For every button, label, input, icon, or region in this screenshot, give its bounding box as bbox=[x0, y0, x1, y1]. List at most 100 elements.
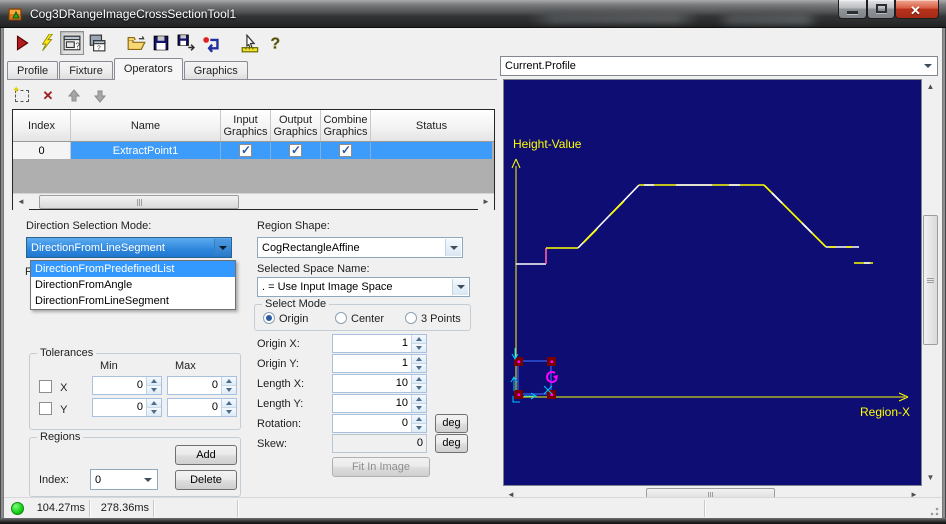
tolerance-x-min-spinner[interactable]: 0 bbox=[92, 376, 162, 395]
titlebar[interactable]: Cog3DRangeImageCrossSectionTool1 ✕ bbox=[0, 0, 946, 28]
spin-up-button[interactable] bbox=[412, 415, 426, 423]
region-corner-handles[interactable] bbox=[514, 357, 556, 399]
selected-space-combobox[interactable]: . = Use Input Image Space bbox=[257, 277, 470, 297]
move-down-button[interactable] bbox=[91, 87, 109, 105]
spin-down-button[interactable] bbox=[412, 343, 426, 352]
help-button[interactable]: ? bbox=[263, 31, 287, 55]
radio-origin[interactable]: Origin bbox=[263, 312, 308, 325]
delete-operator-button[interactable]: ✕ bbox=[39, 87, 57, 105]
spin-down-button[interactable] bbox=[412, 423, 426, 432]
reset-button[interactable] bbox=[199, 31, 223, 55]
scroll-thumb[interactable] bbox=[923, 215, 938, 345]
radio-center[interactable]: Center bbox=[335, 312, 384, 325]
tab-operators[interactable]: Operators bbox=[113, 58, 183, 80]
scroll-up-arrow[interactable]: ▲ bbox=[922, 79, 939, 95]
spin-down-button[interactable] bbox=[222, 385, 236, 394]
spin-up-button[interactable] bbox=[412, 395, 426, 403]
dropdown-option[interactable]: DirectionFromPredefinedList bbox=[31, 261, 235, 277]
region-index-combobox[interactable]: 0 bbox=[90, 469, 158, 490]
combine-graphics-checkbox[interactable] bbox=[339, 143, 352, 157]
spin-up-button[interactable] bbox=[147, 399, 161, 407]
length-x-spinner[interactable]: 10 bbox=[332, 374, 427, 393]
tab-fixture[interactable]: Fixture bbox=[59, 61, 113, 80]
radio-3points[interactable]: 3 Points bbox=[405, 312, 461, 325]
add-region-button[interactable]: Add bbox=[175, 445, 237, 465]
profile-display[interactable]: Height-Value Region-X bbox=[503, 79, 922, 486]
direction-mode-combobox[interactable]: DirectionFromLineSegment bbox=[26, 237, 232, 258]
spin-down-button[interactable] bbox=[222, 407, 236, 416]
chevron-down-icon bbox=[218, 245, 227, 250]
tab-graphics[interactable]: Graphics bbox=[183, 61, 248, 80]
spin-down-button[interactable] bbox=[412, 403, 426, 412]
spin-up-button[interactable] bbox=[412, 355, 426, 363]
save-button[interactable] bbox=[149, 31, 173, 55]
dropdown-option[interactable]: DirectionFromAngle bbox=[31, 277, 235, 293]
combo-dropdown-zone[interactable] bbox=[140, 471, 156, 488]
spin-up-button[interactable] bbox=[222, 377, 236, 385]
spin-up-button[interactable] bbox=[412, 375, 426, 383]
scroll-thumb[interactable] bbox=[39, 195, 239, 209]
table-horizontal-scrollbar[interactable]: ◄ ► bbox=[13, 193, 494, 210]
origin-y-spinner[interactable]: 1 bbox=[332, 354, 427, 373]
column-header-status[interactable]: Status bbox=[371, 110, 492, 141]
combo-dropdown-zone[interactable] bbox=[452, 279, 468, 295]
table-row[interactable]: 0 ExtractPoint1 bbox=[13, 142, 494, 159]
open-file-button[interactable] bbox=[124, 31, 148, 55]
spin-up-button[interactable] bbox=[222, 399, 236, 407]
column-header-input-graphics[interactable]: Input Graphics bbox=[221, 110, 271, 141]
combo-dropdown-zone[interactable] bbox=[214, 239, 230, 256]
region-shape-combobox[interactable]: CogRectangleAffine bbox=[257, 237, 463, 258]
spin-down-button[interactable] bbox=[412, 363, 426, 372]
input-graphics-checkbox[interactable] bbox=[239, 143, 252, 157]
spin-up-button[interactable] bbox=[147, 377, 161, 385]
scroll-down-arrow[interactable]: ▼ bbox=[922, 470, 939, 486]
float-window-button[interactable]: ? bbox=[85, 31, 109, 55]
rotation-deg-button[interactable]: deg bbox=[435, 414, 468, 433]
spin-up-button[interactable] bbox=[412, 335, 426, 343]
tolerance-y-min-spinner[interactable]: 0 bbox=[92, 398, 162, 417]
help-icon: ? bbox=[270, 35, 280, 52]
show-result-image-button[interactable]: ? bbox=[60, 31, 84, 55]
rotation-spinner[interactable]: 0 bbox=[332, 414, 427, 433]
pixel-ruler-button[interactable] bbox=[238, 31, 262, 55]
tolerance-x-max-spinner[interactable]: 0 bbox=[167, 376, 237, 395]
fit-in-image-button[interactable]: Fit In Image bbox=[332, 457, 430, 477]
spin-down-button[interactable] bbox=[147, 407, 161, 416]
combo-dropdown-zone[interactable] bbox=[445, 239, 461, 256]
minimize-button[interactable] bbox=[838, 0, 867, 19]
display-source-combobox[interactable]: Current.Profile bbox=[500, 56, 938, 76]
spin-down-button[interactable] bbox=[412, 383, 426, 392]
tolerance-y-checkbox[interactable] bbox=[39, 402, 52, 415]
region-widget[interactable] bbox=[510, 348, 558, 403]
profile-segment bbox=[801, 222, 813, 234]
length-y-spinner[interactable]: 10 bbox=[332, 394, 427, 413]
delete-region-button[interactable]: Delete bbox=[175, 470, 237, 490]
output-graphics-checkbox[interactable] bbox=[289, 143, 302, 157]
scroll-left-arrow[interactable]: ◄ bbox=[13, 194, 29, 210]
run-once-button[interactable] bbox=[35, 31, 59, 55]
display-vertical-scrollbar[interactable]: ▲ ▼ bbox=[922, 79, 939, 486]
combo-dropdown-zone[interactable] bbox=[920, 58, 936, 74]
add-operator-button[interactable]: ✦ bbox=[12, 85, 31, 105]
maximize-button[interactable] bbox=[867, 0, 895, 19]
tab-profile[interactable]: Profile bbox=[7, 61, 59, 80]
run-button[interactable] bbox=[10, 31, 34, 55]
spin-down-button[interactable] bbox=[147, 385, 161, 394]
skew-deg-button[interactable]: deg bbox=[435, 434, 468, 453]
dropdown-option[interactable]: DirectionFromLineSegment bbox=[31, 293, 235, 309]
origin-x-spinner[interactable]: 1 bbox=[332, 334, 427, 353]
tolerance-y-max-spinner[interactable]: 0 bbox=[167, 398, 237, 417]
column-header-combine-graphics[interactable]: Combine Graphics bbox=[321, 110, 371, 141]
column-header-name[interactable]: Name bbox=[71, 110, 221, 141]
save-as-button[interactable] bbox=[174, 31, 198, 55]
resize-grip[interactable] bbox=[927, 504, 939, 516]
tolerance-x-checkbox[interactable] bbox=[39, 380, 52, 393]
scroll-right-arrow[interactable]: ► bbox=[478, 194, 494, 210]
run-time-value: 104.27ms bbox=[36, 502, 85, 514]
spinner-value: 0 bbox=[401, 417, 408, 429]
move-up-button[interactable] bbox=[65, 87, 83, 105]
close-button[interactable]: ✕ bbox=[895, 0, 939, 19]
column-header-output-graphics[interactable]: Output Graphics bbox=[271, 110, 321, 141]
column-header-index[interactable]: Index bbox=[13, 110, 71, 141]
region-index-label: Index: bbox=[39, 474, 69, 486]
